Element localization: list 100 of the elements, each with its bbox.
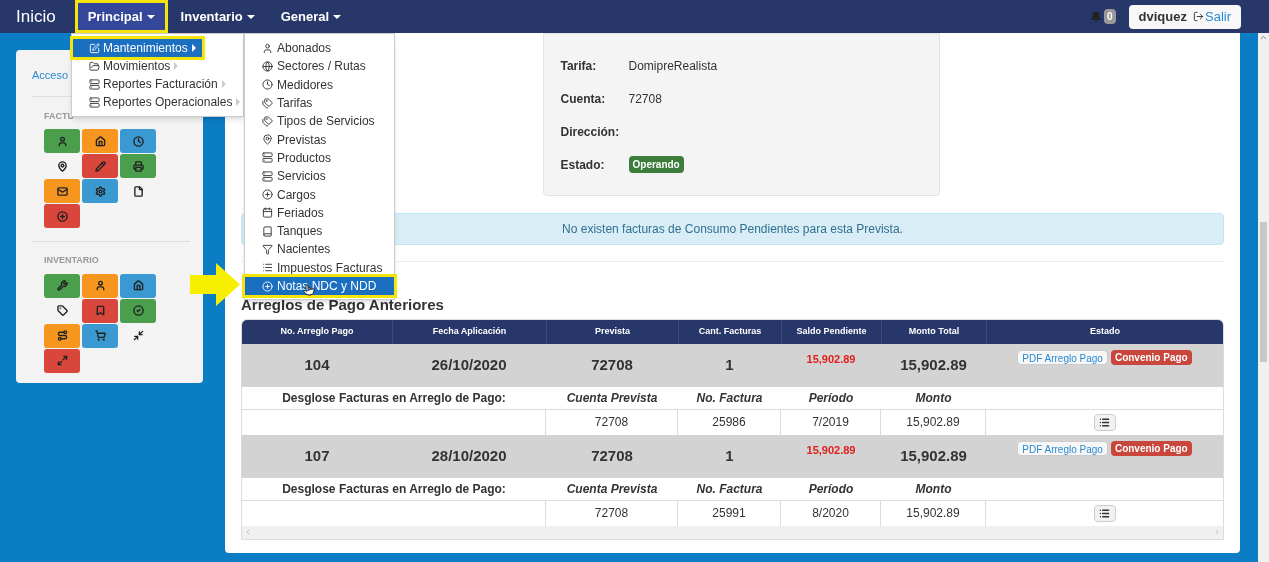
breakdown-label: Desglose Facturas en Arreglo de Pago: (281, 480, 507, 498)
caret-icon (221, 80, 226, 88)
status-badge: Operando (628, 156, 684, 173)
agreement-button[interactable]: Convenio Pago (1110, 440, 1192, 456)
menu-item[interactable]: Impuestos Facturas (245, 258, 394, 277)
breakdown-header: No. Factura (695, 480, 764, 498)
shortcut-tile[interactable] (120, 129, 156, 153)
cart-icon (94, 330, 106, 341)
edit-icon (89, 42, 100, 54)
book-icon (262, 225, 273, 237)
list-button[interactable] (1093, 413, 1116, 431)
tags-icon (262, 115, 273, 127)
calendar-icon (262, 207, 273, 219)
menu-item[interactable]: Reportes Facturación (72, 75, 243, 93)
user-icon (94, 280, 106, 291)
menu-item[interactable]: Previstas (245, 130, 394, 149)
tags-icon (262, 97, 273, 109)
menu-item[interactable]: Reportes Operacionales (72, 93, 243, 111)
pointer-arrow (190, 263, 240, 306)
nav-menu[interactable]: Principal (77, 3, 165, 30)
list-icon (1099, 507, 1110, 519)
home-icon (132, 280, 144, 291)
brand-link[interactable]: Inicio (16, 3, 56, 30)
nav-menu[interactable]: Inventario (170, 3, 265, 30)
shortcut-tile[interactable] (44, 348, 80, 373)
tag-icon (56, 305, 68, 316)
column-header: Cant. Facturas (678, 319, 781, 344)
table-cell-text: 1 (724, 445, 735, 466)
caret-icon (333, 14, 342, 19)
plus-circle-icon (262, 189, 273, 200)
menu-item[interactable]: Sectores / Rutas (245, 57, 394, 76)
field-label: Estado: (560, 156, 606, 174)
field-label: Tarifa: (560, 57, 598, 75)
menu-item[interactable]: Movimientos (72, 57, 243, 75)
field-label: Cuenta: (560, 90, 607, 108)
expand-icon (56, 355, 68, 366)
table-cell-text: 15,902.89 (899, 445, 968, 466)
caret-icon (246, 14, 255, 19)
balance-amount: 15,902.89 (806, 442, 856, 458)
menu-item[interactable]: Abonados (245, 39, 394, 58)
shortcut-tile[interactable] (44, 323, 80, 348)
folder-icon (89, 60, 100, 72)
shortcut-tile[interactable] (82, 154, 118, 178)
agreement-button[interactable]: Convenio Pago (1110, 349, 1192, 365)
shortcut-tile[interactable] (82, 273, 118, 298)
menu-item[interactable]: Tipos de Servicios (245, 112, 394, 131)
pdf-button[interactable]: PDF Arreglo Pago (1017, 349, 1108, 365)
shortcut-tile[interactable] (44, 273, 80, 298)
home-icon (94, 135, 106, 147)
shortcut-tile[interactable] (120, 298, 156, 323)
file-icon (132, 185, 144, 197)
map-pin-icon (262, 134, 273, 146)
breakdown-header: Cuenta Prevista (565, 480, 659, 498)
plus-circle-icon (56, 210, 68, 222)
menu-item[interactable]: Servicios (245, 167, 394, 186)
menu-item[interactable]: Medidores (245, 75, 394, 94)
shortcut-tile[interactable] (82, 298, 118, 323)
nav-menu[interactable]: General (270, 3, 352, 30)
breakdown-label: Desglose Facturas en Arreglo de Pago: (281, 389, 507, 407)
column-header: Fecha Aplicación (392, 319, 546, 344)
table-cell: 8/2020 (781, 500, 881, 526)
list-icon (262, 152, 273, 164)
shortcut-tile[interactable] (120, 273, 156, 298)
pdf-button[interactable]: PDF Arreglo Pago (1017, 440, 1108, 456)
menu-item[interactable]: Tanques (245, 221, 394, 241)
notification-count: 0 (1104, 9, 1116, 24)
table-cell: 72708 (546, 409, 678, 435)
shortcut-tile[interactable] (44, 129, 80, 153)
table-cell: 15,902.89 (881, 500, 986, 526)
table-cell-text: 72708 (590, 445, 634, 466)
shortcut-tile[interactable] (82, 323, 118, 348)
gear-icon (94, 185, 106, 197)
table-cell: 7/2019 (781, 409, 881, 435)
plus-circle-icon (262, 280, 273, 292)
scroll-up-icon[interactable] (1259, 33, 1268, 42)
menu-item[interactable]: Productos (245, 148, 394, 168)
caret-icon (174, 62, 179, 70)
shortcut-tile[interactable] (120, 154, 156, 178)
list-icon (89, 78, 100, 90)
shortcut-tile[interactable] (44, 204, 80, 228)
menu-item[interactable]: Mantenimientos (73, 39, 202, 57)
user-icon (56, 135, 68, 147)
column-header: Monto Total (881, 319, 986, 344)
scroll-thumb[interactable] (1260, 222, 1267, 362)
shortcut-tile[interactable] (82, 129, 118, 153)
vertical-scrollbar[interactable] (1258, 33, 1269, 562)
shortcut-tile[interactable] (82, 179, 118, 203)
shortcut-tile[interactable] (44, 179, 80, 203)
breakdown-header: Cuenta Prevista (565, 389, 659, 407)
table-cell-text: 26/10/2020 (430, 354, 508, 375)
menu-item[interactable]: Tarifas (245, 93, 394, 113)
caret-icon (146, 14, 155, 19)
table-cell-text: 104 (303, 354, 331, 375)
user-button[interactable]: dviquez Salir (1128, 4, 1241, 29)
list-button[interactable] (1093, 504, 1116, 522)
caret-icon (236, 98, 241, 106)
mail-icon (56, 185, 68, 197)
caret-icon (191, 44, 196, 52)
table-cell: 72708 (546, 500, 678, 526)
menu-item[interactable]: Cargos (245, 185, 394, 204)
